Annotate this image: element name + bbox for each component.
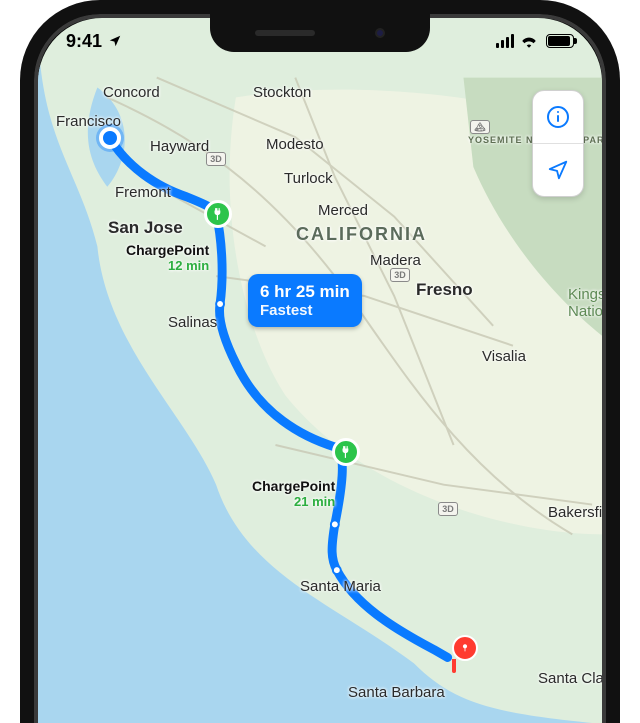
- location-arrow-icon: [547, 159, 569, 181]
- phone-frame: 9:41: [20, 0, 620, 723]
- map-info-button[interactable]: [533, 91, 583, 143]
- map-canvas[interactable]: [38, 18, 602, 723]
- screen: 9:41: [38, 18, 602, 723]
- info-icon: [546, 105, 570, 129]
- cellular-signal-icon: [496, 34, 514, 48]
- front-camera: [375, 28, 385, 38]
- charging-stop-pin-1[interactable]: [204, 200, 232, 228]
- notch: [210, 14, 430, 52]
- ev-plug-icon: [211, 207, 225, 221]
- charging-stop-pin-2[interactable]: [332, 438, 360, 466]
- map-controls: [532, 90, 584, 197]
- ev-plug-icon: [339, 445, 353, 459]
- map-tracking-button[interactable]: [533, 143, 583, 196]
- route-duration: 6 hr 25 min: [260, 282, 350, 301]
- location-services-icon: [108, 34, 122, 48]
- destination-pin-icon: [460, 643, 470, 653]
- route-qualifier: Fastest: [260, 302, 350, 319]
- status-time: 9:41: [66, 31, 102, 52]
- current-location-pin[interactable]: [99, 127, 121, 149]
- wifi-icon: [520, 34, 538, 48]
- battery-icon: [546, 34, 574, 48]
- speaker-grill: [255, 30, 315, 36]
- route-callout[interactable]: 6 hr 25 min Fastest: [248, 274, 362, 327]
